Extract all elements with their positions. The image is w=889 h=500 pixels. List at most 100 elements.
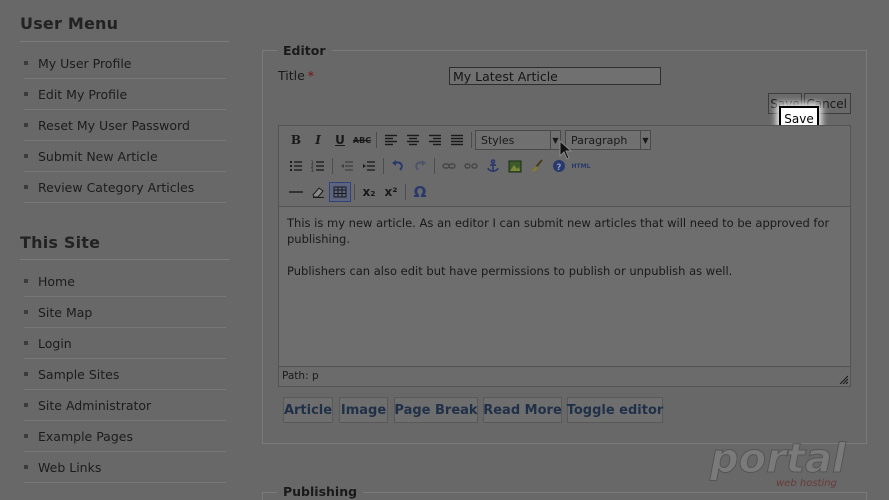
format-select-value: Paragraph <box>571 133 628 147</box>
bullet-icon <box>24 434 28 438</box>
toggle-editor-button[interactable]: Toggle editor <box>567 397 663 423</box>
underline-button[interactable]: U <box>329 130 351 150</box>
format-select[interactable]: Paragraph ▼ <box>565 130 651 150</box>
brush-icon <box>532 159 543 172</box>
horizontal-rule-button[interactable] <box>285 182 307 202</box>
cleanup-button[interactable] <box>526 156 548 176</box>
bullet-icon <box>24 279 28 283</box>
menu-item-sample-sites[interactable]: Sample Sites <box>24 359 226 390</box>
visual-aid-button[interactable] <box>329 182 351 202</box>
superscript-button[interactable]: x² <box>380 182 402 202</box>
styles-select-value: Styles <box>481 133 515 147</box>
toggle-editor-button-label: Toggle editor <box>566 402 664 418</box>
styles-select[interactable]: Styles ▼ <box>475 130 561 150</box>
bold-icon: B <box>290 133 302 147</box>
page-break-button[interactable]: Page Break <box>394 397 478 423</box>
menu-item-home[interactable]: Home <box>24 266 226 297</box>
redo-button[interactable] <box>409 156 431 176</box>
align-left-button[interactable] <box>380 130 402 150</box>
align-right-icon <box>429 134 441 146</box>
menu-item-web-links[interactable]: Web Links <box>24 452 226 483</box>
svg-text:3: 3 <box>311 168 314 172</box>
numbered-list-button[interactable]: 123 <box>307 156 329 176</box>
toolbar-separator <box>332 158 333 174</box>
special-char-button[interactable]: Ω <box>409 182 431 202</box>
bullet-icon <box>24 372 28 376</box>
insert-image-button[interactable] <box>504 156 526 176</box>
outdent-button[interactable] <box>336 156 358 176</box>
menu-item-site-map[interactable]: Site Map <box>24 297 226 328</box>
title-input[interactable] <box>449 67 661 85</box>
indent-button[interactable] <box>358 156 380 176</box>
toolbar-separator <box>405 184 406 200</box>
horizontal-rule-icon <box>289 191 303 193</box>
toolbar-separator <box>376 132 377 148</box>
link-icon <box>442 163 456 169</box>
chevron-down-icon: ▼ <box>640 131 650 149</box>
publishing-legend: Publishing <box>277 484 364 499</box>
editor-content[interactable]: This is my new article. As an editor I c… <box>279 206 850 367</box>
menu-item-login[interactable]: Login <box>24 328 226 359</box>
menu-item-my-user-profile[interactable]: My User Profile <box>24 48 226 79</box>
read-more-button[interactable]: Read More <box>483 397 562 423</box>
save-tooltip-label: Save <box>784 111 814 126</box>
bullet-icon <box>24 310 28 314</box>
remove-format-button[interactable] <box>307 182 329 202</box>
menu-item-label: Site Map <box>38 304 93 320</box>
justify-icon <box>451 134 463 146</box>
rich-text-editor: B I U ABC Styles ▼ Paragraph ▼ 1 2 3 ? H… <box>278 125 851 387</box>
menu-item-reset-password[interactable]: Reset My User Password <box>24 110 226 141</box>
menu-item-review-category-articles[interactable]: Review Category Articles <box>24 172 226 203</box>
subscript-icon: x₂ <box>362 185 376 199</box>
menu-item-submit-new-article[interactable]: Submit New Article <box>24 141 226 172</box>
title-label: Title * <box>278 68 314 83</box>
undo-button[interactable] <box>387 156 409 176</box>
image-icon <box>508 160 522 172</box>
toolbar-row-1: B I U ABC Styles ▼ Paragraph ▼ <box>285 129 655 151</box>
image-button[interactable]: Image <box>339 397 388 423</box>
bold-button[interactable]: B <box>285 130 307 150</box>
strikethrough-button[interactable]: ABC <box>351 130 373 150</box>
unlink-button[interactable] <box>460 156 482 176</box>
italic-button[interactable]: I <box>307 130 329 150</box>
bullet-icon <box>24 123 28 127</box>
menu-item-label: Sample Sites <box>38 366 120 382</box>
bullet-list-icon <box>290 161 302 171</box>
insert-link-button[interactable] <box>438 156 460 176</box>
resize-handle-icon[interactable] <box>838 374 848 384</box>
menu-item-label: Login <box>38 335 72 351</box>
bullet-icon <box>24 154 28 158</box>
justify-button[interactable] <box>446 130 468 150</box>
table-grid-icon <box>333 186 347 198</box>
image-button-label: Image <box>340 402 387 418</box>
this-site-divider <box>20 259 230 260</box>
content-paragraph-1: This is my new article. As an editor I c… <box>287 216 830 246</box>
align-right-button[interactable] <box>424 130 446 150</box>
undo-icon <box>392 160 403 171</box>
menu-item-site-administrator[interactable]: Site Administrator <box>24 390 226 421</box>
align-left-icon <box>385 134 397 146</box>
italic-icon: I <box>315 133 321 147</box>
menu-item-label: Example Pages <box>38 428 133 444</box>
editor-legend: Editor <box>277 43 332 58</box>
menu-item-edit-my-profile[interactable]: Edit My Profile <box>24 79 226 110</box>
mouse-cursor-icon <box>559 140 573 160</box>
article-button[interactable]: Article <box>283 397 333 423</box>
toolbar-separator <box>354 184 355 200</box>
menu-item-label: Review Category Articles <box>38 179 195 195</box>
numbered-list-icon: 123 <box>311 160 324 172</box>
bullet-list-button[interactable] <box>285 156 307 176</box>
menu-item-example-pages[interactable]: Example Pages <box>24 421 226 452</box>
subscript-button[interactable]: x₂ <box>358 182 380 202</box>
align-center-icon <box>407 134 419 146</box>
toolbar-separator <box>434 158 435 174</box>
html-icon: HTML <box>571 162 591 170</box>
portal-logo: portal web hosting <box>709 436 848 490</box>
bullet-icon <box>24 465 28 469</box>
anchor-button[interactable] <box>482 156 504 176</box>
menu-item-label: My User Profile <box>38 55 132 71</box>
html-source-button[interactable]: HTML <box>570 156 592 176</box>
align-center-button[interactable] <box>402 130 424 150</box>
eraser-icon <box>312 187 324 198</box>
toolbar-row-3: x₂ x² Ω <box>285 181 431 203</box>
